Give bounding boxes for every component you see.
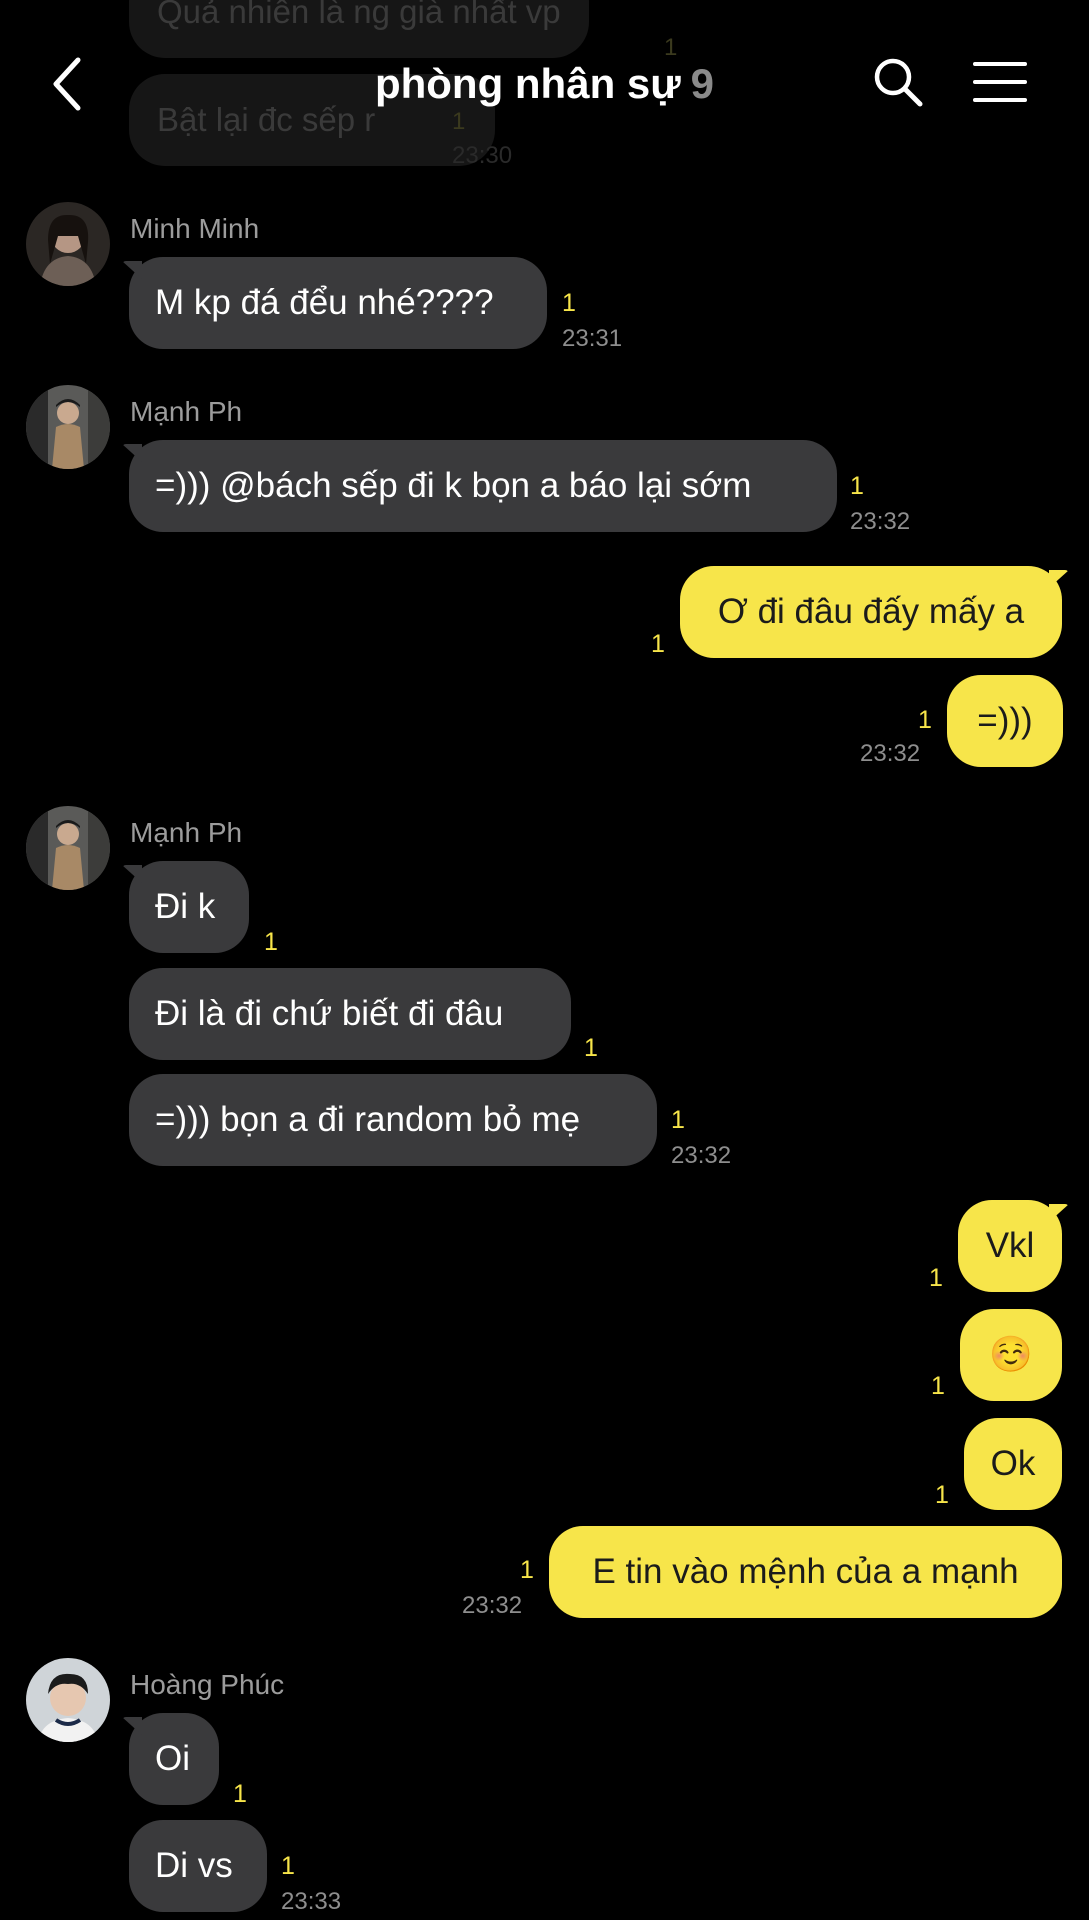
unread-count: 1 <box>264 928 278 956</box>
avatar-image <box>26 385 110 469</box>
message-bubble[interactable]: Ok <box>964 1418 1062 1510</box>
member-count: 9 <box>690 60 715 107</box>
message-timestamp: 23:32 <box>860 740 921 767</box>
message-bubble[interactable]: E tin vào mệnh của a mạnh <box>549 1526 1062 1618</box>
sender-name: Mạnh Ph <box>130 817 243 848</box>
message-bubble[interactable]: =))) bọn a đi random bỏ mẹ <box>129 1074 657 1166</box>
hamburger-menu-icon <box>973 62 1027 102</box>
menu-button[interactable] <box>972 60 1028 104</box>
search-button[interactable] <box>872 56 924 108</box>
unread-count: 1 <box>562 289 576 317</box>
unread-count: 1 <box>651 630 665 658</box>
message-bubble[interactable]: Đi k <box>129 861 249 953</box>
message-timestamp: 23:32 <box>850 508 911 535</box>
message-timestamp: 23:32 <box>462 1592 523 1619</box>
avatar[interactable] <box>26 1658 110 1742</box>
unread-count: 1 <box>584 1034 598 1062</box>
message-bubble[interactable]: Oi <box>129 1713 219 1805</box>
message-bubble[interactable]: Đi là đi chứ biết đi đâu <box>129 968 571 1060</box>
unread-count: 1 <box>233 1780 247 1808</box>
avatar[interactable] <box>26 202 110 286</box>
chat-header: phòng nhân sự 9 <box>0 0 1089 170</box>
message-timestamp: 23:31 <box>562 325 623 352</box>
avatar-image <box>26 806 110 890</box>
sender-name: Hoàng Phúc <box>130 1669 285 1700</box>
message-bubble[interactable]: Vkl <box>958 1200 1062 1292</box>
avatar-image <box>26 1658 110 1742</box>
search-icon <box>874 58 923 107</box>
message-bubble[interactable]: Ơ đi đâu đấy mấy a <box>680 566 1062 658</box>
sender-name: Minh Minh <box>130 213 260 244</box>
message-bubble[interactable]: =))) @bách sếp đi k bọn a báo lại sớm <box>129 440 837 532</box>
sender-name: Mạnh Ph <box>130 396 243 427</box>
message-bubble[interactable]: ☺️ <box>960 1309 1062 1401</box>
unread-count: 1 <box>671 1106 685 1134</box>
message-timestamp: 23:33 <box>281 1888 342 1915</box>
chat-name: phòng nhân sự <box>374 60 681 107</box>
chat-title: phòng nhân sự 9 <box>0 60 1089 108</box>
avatar-image <box>26 202 110 286</box>
unread-count: 1 <box>281 1852 295 1880</box>
unread-count: 1 <box>520 1556 534 1584</box>
message-bubble[interactable]: Di vs <box>129 1820 267 1912</box>
unread-count: 1 <box>931 1372 945 1400</box>
message-bubble[interactable]: =))) <box>947 675 1063 767</box>
avatar[interactable] <box>26 806 110 890</box>
message-bubble[interactable]: M kp đá đểu nhé???? <box>129 257 547 349</box>
unread-count: 1 <box>918 706 932 734</box>
message-timestamp: 23:32 <box>671 1142 732 1169</box>
unread-count: 1 <box>935 1481 949 1509</box>
unread-count: 1 <box>850 472 864 500</box>
avatar[interactable] <box>26 385 110 469</box>
unread-count: 1 <box>929 1264 943 1292</box>
